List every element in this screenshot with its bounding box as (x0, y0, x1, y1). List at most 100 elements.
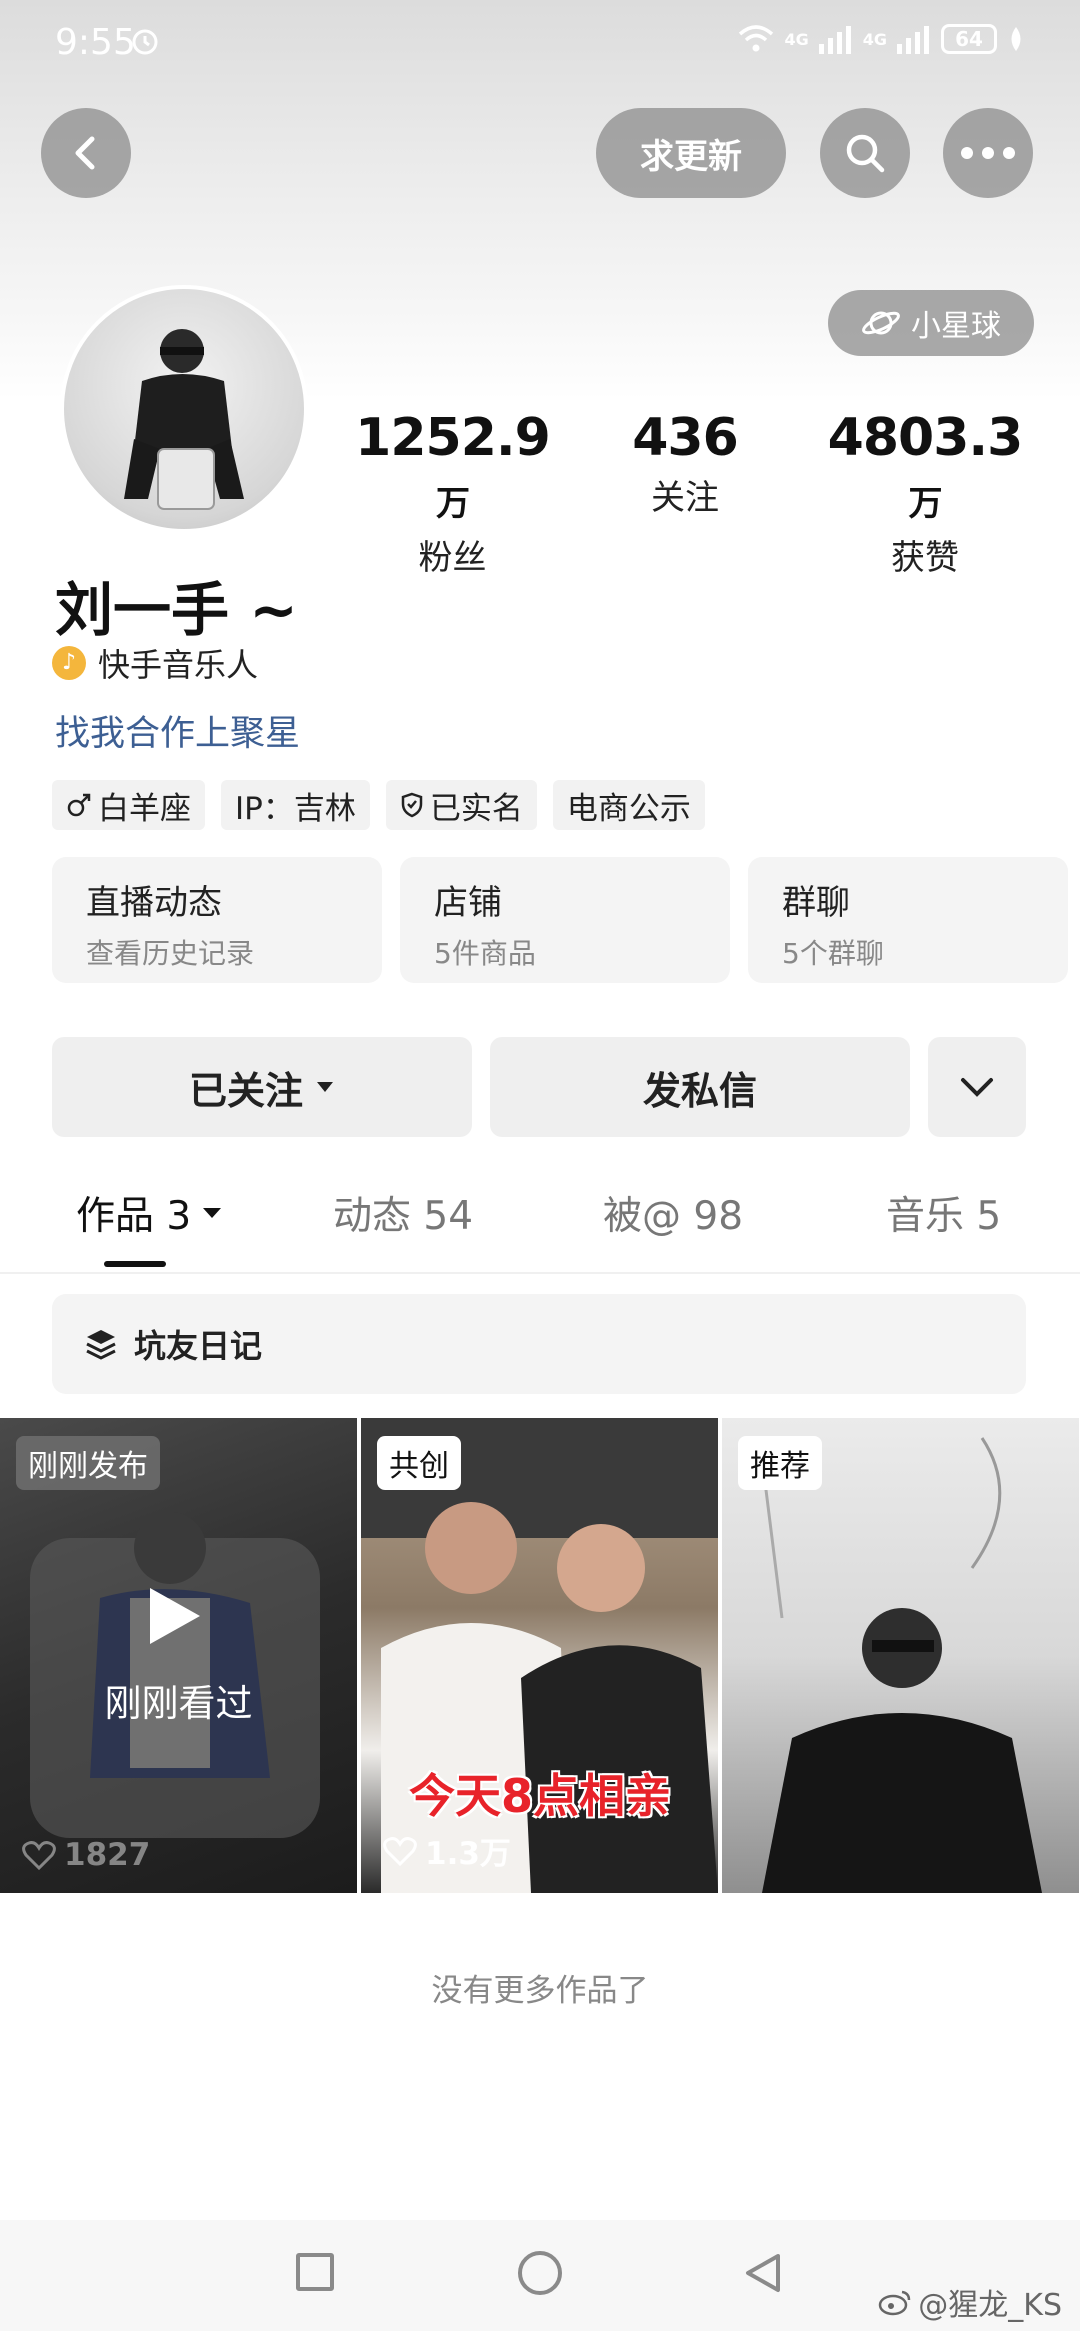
badge-just-posted: 刚刚发布 (16, 1436, 160, 1490)
request-update-button[interactable]: 求更新 (596, 108, 786, 198)
video-card[interactable]: 共创 今天8点相亲 1.3万 (361, 1418, 718, 1893)
caret-down-icon (317, 1082, 333, 1092)
status-time: 9:55 (55, 22, 136, 63)
likes-count-value: 1827 (64, 1837, 151, 1873)
badge-recommended: 推荐 (738, 1436, 822, 1490)
collection-row[interactable]: 坑友日记 (52, 1294, 1026, 1394)
signal-icon-2 (897, 26, 929, 54)
back-button[interactable] (41, 108, 131, 198)
watermark-text: @猩龙_KS (918, 2288, 1062, 2323)
tag-ip-label: IP：吉林 (235, 790, 356, 827)
heart-icon (22, 1841, 56, 1870)
stat-likes-number: 4803.3万 (827, 408, 1024, 524)
followed-label: 已关注 (188, 1068, 303, 1113)
signal-icon (818, 26, 851, 54)
tabs-divider (0, 1272, 1080, 1274)
wifi-icon (739, 25, 774, 52)
feature-cards: 直播动态 查看历史记录 店铺 5件商品 群聊 5个群聊 (52, 857, 1068, 983)
network-label-1: 4G (784, 29, 809, 49)
card-shop-sub: 5件商品 (434, 937, 536, 970)
followed-button[interactable]: 已关注 (52, 1037, 472, 1137)
battery-indicator: 64 (941, 24, 997, 54)
stat-fans[interactable]: 1252.9万 粉丝 (345, 408, 560, 579)
planet-button[interactable]: 小星球 (828, 290, 1034, 356)
stat-likes-label: 获赞 (891, 538, 959, 578)
more-button[interactable] (943, 108, 1033, 198)
card-live[interactable]: 直播动态 查看历史记录 (52, 857, 382, 983)
avatar[interactable] (60, 285, 308, 533)
watermark: @猩龙_KS (878, 2280, 1062, 2324)
video-grid: 刚刚发布 刚刚看过 1827 共创 今天8点相亲 1.3万 推荐 (0, 1418, 1080, 1893)
play-icon (150, 1588, 200, 1644)
chevron-down-icon (961, 1078, 993, 1097)
network-label-2: 4G (862, 29, 887, 49)
male-icon (67, 793, 91, 817)
weibo-icon (879, 2290, 911, 2316)
badge-co-create: 共创 (377, 1436, 461, 1490)
tag-ip: IP：吉林 (221, 780, 370, 830)
action-row: 已关注 发私信 (52, 1037, 1026, 1137)
search-icon (846, 134, 885, 173)
planet-icon (862, 311, 900, 335)
card-live-title: 直播动态 (86, 883, 222, 923)
no-more-label: 没有更多作品了 (431, 1973, 649, 2009)
more-dots-icon (961, 147, 1015, 159)
tag-verified-label: 已实名 (429, 790, 523, 827)
avatar-figure (124, 329, 244, 510)
tag-zodiac-label: 白羊座 (98, 790, 191, 827)
shield-icon (401, 792, 423, 818)
tag-zodiac: 白羊座 (52, 780, 205, 830)
search-button[interactable] (820, 108, 910, 198)
card-group[interactable]: 群聊 5个群聊 (748, 857, 1068, 983)
stat-fans-number: 1252.9万 (355, 408, 551, 524)
stat-following[interactable]: 436 关注 (610, 408, 760, 519)
status-indicators: 4G 4G 64 (738, 24, 1025, 54)
card-group-sub: 5个群聊 (782, 937, 884, 970)
likes-count-value: 1.3万 (425, 1836, 511, 1872)
collection-label: 坑友日记 (134, 1327, 263, 1365)
planet-label: 小星球 (911, 309, 1001, 344)
card-shop[interactable]: 店铺 5件商品 (400, 857, 730, 983)
status-bar: 9:55 4G 4G 64 (0, 0, 1080, 90)
video-card[interactable]: 刚刚发布 刚刚看过 1827 (0, 1418, 357, 1893)
expand-button[interactable] (928, 1037, 1026, 1137)
tab-works-label: 作品 3 (76, 1194, 192, 1239)
likes-count: 1.3万 (383, 1828, 511, 1873)
heart-icon (383, 1836, 417, 1866)
content-tabs: 作品 3 动态 54 被@ 98 音乐 5 (0, 1185, 1080, 1275)
verification-label: 快手音乐人 (98, 646, 259, 684)
tag-verified[interactable]: 已实名 (385, 780, 537, 830)
stat-fans-label: 粉丝 (418, 538, 487, 578)
music-note-icon: ♪ (52, 646, 86, 680)
video-caption: 今天8点相亲 (408, 1769, 671, 1823)
recent-apps-icon[interactable] (296, 2253, 334, 2291)
cooperation-link[interactable]: 找我合作上聚星 (55, 705, 300, 756)
tab-mentions[interactable]: 被@ 98 (603, 1185, 743, 1241)
video-card[interactable]: 推荐 (722, 1418, 1079, 1893)
home-icon[interactable] (518, 2251, 562, 2295)
tab-music[interactable]: 音乐 5 (886, 1185, 1001, 1241)
profile-name: 刘一手 ~ (55, 576, 298, 644)
tag-ecommerce[interactable]: 电商公示 (552, 780, 705, 830)
back-triangle-icon[interactable] (740, 2250, 786, 2296)
stat-following-label: 关注 (651, 478, 719, 518)
stat-following-number: 436 (632, 408, 739, 468)
chevron-left-icon (75, 136, 95, 170)
layers-icon (86, 1330, 116, 1360)
profile-tags: 白羊座 IP：吉林 已实名 电商公示 (52, 780, 705, 830)
tab-indicator (104, 1261, 166, 1267)
card-shop-title: 店铺 (434, 883, 502, 923)
caret-down-icon (203, 1208, 222, 1218)
verification-row[interactable]: ♪ 快手音乐人 (52, 640, 258, 686)
card-live-sub: 查看历史记录 (86, 937, 255, 970)
card-group-title: 群聊 (782, 883, 850, 923)
likes-count: 1827 (22, 1837, 150, 1873)
stat-likes[interactable]: 4803.3万 获赞 (815, 408, 1035, 579)
message-button[interactable]: 发私信 (490, 1037, 910, 1137)
tab-moments[interactable]: 动态 54 (333, 1185, 473, 1241)
alarm-icon (132, 29, 158, 55)
tab-works[interactable]: 作品 3 (76, 1185, 223, 1241)
leaf-icon (1011, 27, 1021, 51)
just-watched-label: 刚刚看过 (104, 1682, 253, 1725)
tag-ecommerce-label: 电商公示 (566, 790, 691, 827)
